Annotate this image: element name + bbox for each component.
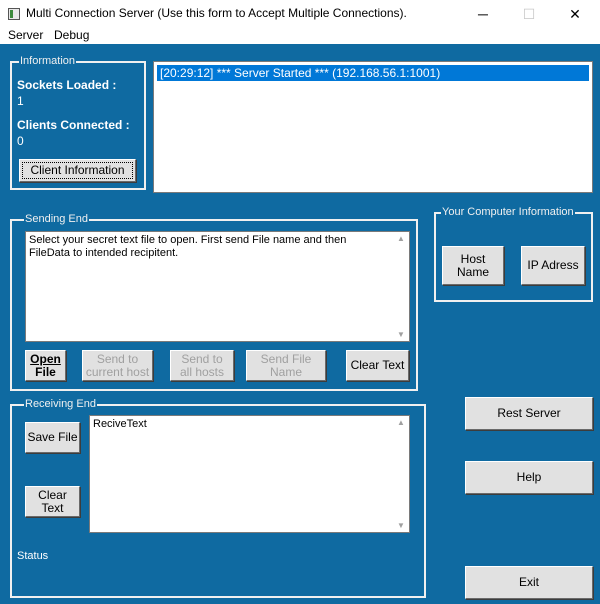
receiving-clear-text-button[interactable]: Clear Text [25, 486, 80, 517]
sending-text-area[interactable]: Select your secret text file to open. Fi… [25, 231, 410, 342]
exit-button[interactable]: Exit [465, 566, 593, 599]
sending-clear-text-button[interactable]: Clear Text [346, 350, 409, 381]
client-information-button[interactable]: Client Information [19, 159, 136, 182]
ip-address-button[interactable]: IP Adress [521, 246, 585, 285]
clients-connected-label: Clients Connected : [17, 118, 130, 132]
scroll-down-icon[interactable]: ▼ [396, 330, 406, 339]
scroll-up-icon[interactable]: ▲ [396, 418, 406, 427]
send-current-label-2: current host [85, 364, 150, 379]
open-file-label-2: File [35, 364, 56, 379]
rest-server-button[interactable]: Rest Server [465, 397, 593, 430]
menu-debug[interactable]: Debug [54, 28, 89, 44]
receiving-text-area[interactable]: ReciveText ▲ ▼ [89, 415, 410, 533]
server-log-list[interactable]: [20:29:12] *** Server Started *** (192.1… [153, 61, 593, 193]
menu-bar: Server Debug [0, 28, 600, 44]
sending-text: Select your secret text file to open. Fi… [29, 234, 347, 259]
send-all-label-2: all hosts [179, 364, 225, 379]
sending-end-legend: Sending End [24, 213, 89, 225]
save-file-button[interactable]: Save File [25, 422, 80, 453]
clients-connected-value: 0 [17, 134, 24, 148]
open-file-label-1: Open [30, 351, 61, 366]
close-button[interactable]: ✕ [552, 0, 598, 28]
send-file-name-button: Send File Name [246, 350, 326, 381]
sockets-loaded-value: 1 [17, 94, 24, 108]
scroll-down-icon[interactable]: ▼ [396, 521, 406, 530]
host-name-button[interactable]: Host Name [442, 246, 504, 285]
window-title: Multi Connection Server (Use this form t… [26, 6, 407, 20]
send-to-current-host-button: Send to current host [82, 350, 153, 381]
receiving-end-legend: Receiving End [24, 398, 97, 410]
scroll-up-icon[interactable]: ▲ [396, 234, 406, 243]
minimize-button[interactable]: ─ [460, 0, 506, 28]
computer-information-legend: Your Computer Information [441, 206, 575, 218]
information-legend: Information [19, 55, 77, 67]
sockets-loaded-label: Sockets Loaded : [17, 78, 117, 92]
status-label: Status [17, 550, 49, 562]
send-current-label-1: Send to [96, 351, 139, 366]
receiving-text: ReciveText [93, 418, 147, 430]
open-file-button[interactable]: Open File [25, 350, 66, 381]
app-icon [8, 8, 20, 20]
send-all-label-1: Send to [181, 351, 223, 366]
send-to-all-hosts-button: Send to all hosts [170, 350, 234, 381]
menu-server[interactable]: Server [8, 28, 43, 44]
help-button[interactable]: Help [465, 461, 593, 494]
maximize-button: ☐ [522, 6, 536, 22]
title-bar[interactable]: Multi Connection Server (Use this form t… [0, 0, 600, 28]
log-entry[interactable]: [20:29:12] *** Server Started *** (192.1… [157, 65, 589, 81]
